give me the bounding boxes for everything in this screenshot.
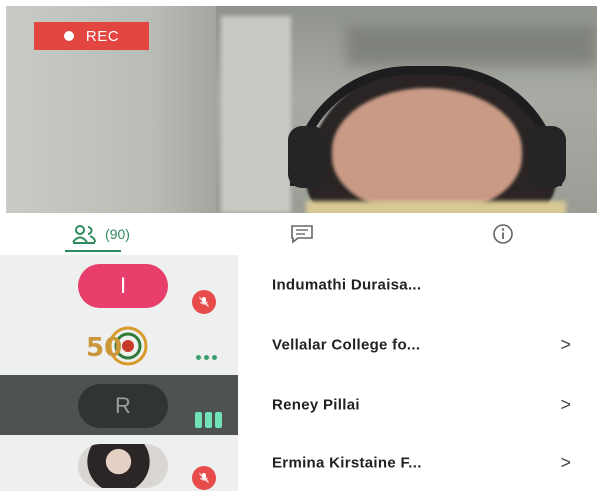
participant-row[interactable]: I Indumathi Duraisa... xyxy=(0,255,603,315)
mic-muted-icon xyxy=(192,466,216,490)
info-icon xyxy=(492,224,513,244)
chevron-right-icon[interactable]: > xyxy=(560,395,571,416)
more-options-icon[interactable] xyxy=(196,355,217,360)
participant-info-cell: Reney Pillai > xyxy=(238,375,603,435)
participant-name: Reney Pillai xyxy=(272,396,360,414)
participant-name: Ermina Kirstaine F... xyxy=(272,454,422,472)
participant-name: Vellalar College fo... xyxy=(272,336,421,354)
participant-row[interactable]: R Reney Pillai > xyxy=(0,375,603,435)
record-dot-icon xyxy=(63,31,74,41)
recording-label: REC xyxy=(85,27,120,45)
participant-list: I Indumathi Duraisa... 50 Vellalar Colle… xyxy=(0,255,603,491)
avatar-initial: R xyxy=(115,393,131,418)
video-background xyxy=(346,26,596,66)
participant-avatar-cell: 50 xyxy=(0,315,238,375)
chat-icon xyxy=(290,225,313,244)
avatar-photo xyxy=(78,444,168,488)
participant-info-cell: Vellalar College fo... > xyxy=(238,315,603,375)
avatar-initial: I xyxy=(119,273,127,298)
participant-name: Indumathi Duraisa... xyxy=(272,276,422,294)
participant-avatar-cell: R xyxy=(0,375,238,435)
recording-badge: REC xyxy=(34,22,149,50)
speaker-shirt xyxy=(306,201,566,213)
participant-info-cell: Ermina Kirstaine F... > xyxy=(238,435,603,491)
tab-info[interactable] xyxy=(402,213,603,255)
participant-avatar-cell: I xyxy=(0,255,238,315)
tab-participants[interactable]: (90) xyxy=(0,213,201,255)
mic-muted-icon xyxy=(192,290,216,314)
college-logo: 50 xyxy=(78,324,168,368)
speaking-indicator-icon xyxy=(195,412,222,428)
headset-earcup xyxy=(288,126,326,188)
logo-text: 50 xyxy=(86,333,122,363)
tab-chat[interactable] xyxy=(201,213,402,255)
video-background xyxy=(221,16,291,213)
avatar: I xyxy=(78,264,168,308)
chevron-right-icon[interactable]: > xyxy=(560,453,571,474)
participant-info-cell: Indumathi Duraisa... xyxy=(238,255,603,315)
people-icon xyxy=(72,225,97,244)
headset-earcup xyxy=(528,126,566,188)
participant-avatar-cell xyxy=(0,435,238,491)
chevron-right-icon[interactable]: > xyxy=(560,335,571,356)
participant-count: (90) xyxy=(105,226,130,242)
tab-bar: (90) xyxy=(0,213,603,255)
avatar: R xyxy=(78,384,168,428)
video-feed[interactable]: REC xyxy=(6,6,597,213)
participant-row[interactable]: 50 Vellalar College fo... > xyxy=(0,315,603,375)
participant-row[interactable]: Ermina Kirstaine F... > xyxy=(0,435,603,491)
